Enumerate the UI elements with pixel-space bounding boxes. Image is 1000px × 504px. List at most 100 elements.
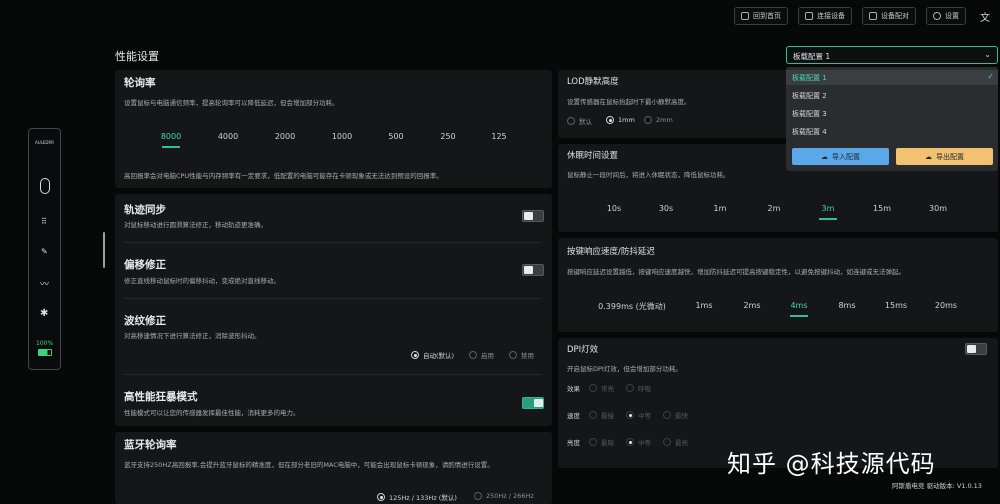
polling-option[interactable]: 2000 <box>275 132 295 141</box>
ripple-option-enable[interactable]: 启用 <box>469 350 494 360</box>
ripple-desc: 对高移速情况下进行算法修正，消除波形抖动。 <box>124 332 261 340</box>
track-sync-title: 轨迹同步 <box>124 204 166 216</box>
speed-option-slowest[interactable]: 最慢 <box>589 410 614 420</box>
watermark: 知乎 @科技源代码 <box>727 450 936 478</box>
dpi-light-desc: 开启鼠标DPI灯效，但会增加部分功耗。 <box>567 365 682 373</box>
battery-icon <box>38 349 52 356</box>
polling-option[interactable]: 125 <box>491 132 506 141</box>
debounce-option[interactable]: 4ms <box>790 301 807 310</box>
speed-option-fastest[interactable]: 最快 <box>663 410 688 420</box>
brand-logo: AULEDRR <box>35 140 55 145</box>
offset-toggle[interactable] <box>522 264 544 276</box>
performance-icon[interactable]: 〰 <box>40 277 49 290</box>
polling-option[interactable]: 4000 <box>218 132 238 141</box>
track-sync-desc: 对鼠标移动进行圆滑算法修正，移动轨迹更准确。 <box>124 221 267 229</box>
lod-title: LOD静默高度 <box>567 77 619 87</box>
sleep-option[interactable]: 1m <box>714 204 727 213</box>
divider <box>124 374 542 375</box>
device-config-button[interactable]: 设备配对 <box>862 7 916 25</box>
settings-button[interactable]: 设置 <box>926 7 966 25</box>
connect-button[interactable]: 连接设备 <box>798 7 852 25</box>
lod-option-default[interactable]: 默认 <box>567 116 592 126</box>
profile-select[interactable]: 板载配置 1 ⌄ <box>786 46 998 64</box>
debounce-option[interactable]: 2ms <box>743 301 760 310</box>
dpi-light-toggle[interactable] <box>965 343 987 355</box>
debounce-title: 按键响应速度/防抖延迟 <box>567 247 655 257</box>
debounce-option[interactable]: 8ms <box>838 301 855 310</box>
home-icon <box>741 12 749 20</box>
profile-option-4[interactable]: 板载配置 4 <box>792 127 827 137</box>
polling-option[interactable]: 500 <box>388 132 403 141</box>
debounce-selected-underline <box>790 315 808 317</box>
debounce-option[interactable]: 15ms <box>885 301 907 310</box>
effect-option-breathe[interactable]: 呼吸 <box>626 383 651 393</box>
polling-card: 轮询率 设置鼠标与电脑通信频率，提高轮询率可以降低延迟，但会增加部分功耗。 80… <box>115 70 552 188</box>
lod-desc: 设置传感器在鼠标抬起时下最小静默高度。 <box>567 98 691 106</box>
ripple-option-disable[interactable]: 禁用 <box>509 350 534 360</box>
performance-card: 轨迹同步 对鼠标移动进行圆滑算法修正，移动轨迹更准确。 偏移修正 修正直线移动鼠… <box>115 194 552 426</box>
profile-option-3[interactable]: 板载配置 3 <box>792 109 827 119</box>
sleep-option[interactable]: 10s <box>607 204 621 213</box>
device-icon <box>869 12 877 20</box>
dpi-light-title: DPI灯效 <box>567 345 599 355</box>
bright-option-brightest[interactable]: 最亮 <box>663 437 688 447</box>
check-icon: ✓ <box>987 72 994 81</box>
speed-label: 速度 <box>567 412 580 420</box>
import-config-button[interactable]: ☁ 导入配置 <box>792 148 889 165</box>
translate-icon[interactable]: 文 <box>980 9 990 24</box>
debounce-option[interactable]: 20ms <box>935 301 957 310</box>
bright-option-medium[interactable]: 中等 <box>626 437 651 447</box>
gear-icon[interactable]: ✱ <box>40 308 48 319</box>
profile-menu: 板载配置 1 ✓ 板载配置 2 板载配置 3 板载配置 4 ☁ 导入配置 ☁ 导出配… <box>786 67 998 171</box>
debounce-option[interactable]: 0.399ms (光微动) <box>598 301 666 312</box>
bt-option-250[interactable]: 250Hz / 266Hz <box>474 492 534 500</box>
macro-icon[interactable]: ✎ <box>41 247 48 256</box>
scrollbar-left[interactable] <box>103 232 105 268</box>
debounce-card: 按键响应速度/防抖延迟 按键响应延迟设置越低，按键响应速度越快，增加防抖延迟可提… <box>558 238 998 332</box>
bt-polling-card: 蓝牙轮询率 蓝牙支持250HZ高回报率,会提升蓝牙鼠标的精准度，但在部分老旧的M… <box>115 432 552 504</box>
lod-option-1mm[interactable]: 1mm <box>606 116 635 124</box>
keypad-icon[interactable]: ⠿ <box>41 217 47 226</box>
battery-percent: 100% <box>36 340 54 347</box>
sleep-option[interactable]: 30m <box>929 204 947 213</box>
mouse-icon[interactable] <box>40 178 50 194</box>
effect-option-steady[interactable]: 常亮 <box>589 383 614 393</box>
bright-option-dimmest[interactable]: 最暗 <box>589 437 614 447</box>
profile-option-2[interactable]: 板载配置 2 <box>792 91 827 101</box>
offset-desc: 修正直线移动鼠标时的偏移抖动，变成绝对直线移动。 <box>124 277 280 285</box>
sleep-option[interactable]: 3m <box>822 204 835 213</box>
high-perf-toggle[interactable] <box>522 397 544 409</box>
ripple-title: 波纹修正 <box>124 315 166 327</box>
home-button[interactable]: 回到首页 <box>734 7 788 25</box>
sleep-title: 休眠时间设置 <box>567 151 619 161</box>
gear-icon <box>933 12 941 20</box>
debounce-desc: 按键响应延迟设置越低，按键响应速度越快，增加防抖延迟可提高按键稳定性，以避免按键… <box>567 268 905 276</box>
polling-option[interactable]: 1000 <box>332 132 352 141</box>
lod-option-2mm[interactable]: 2mm <box>644 116 673 124</box>
divider <box>124 298 542 299</box>
polling-title: 轮询率 <box>124 77 156 89</box>
polling-selected-underline <box>162 146 180 148</box>
sleep-option[interactable]: 2m <box>768 204 781 213</box>
polling-note: 高回报率会对电脑CPU性能与内存频率有一定要求，低配置的电脑可能存在卡顿现象或无… <box>124 172 443 180</box>
bt-option-125[interactable]: 125Hz / 133Hz (默认) <box>377 492 457 502</box>
sleep-selected-underline <box>819 218 837 220</box>
ripple-option-auto[interactable]: 自动(默认) <box>411 350 454 360</box>
debounce-option[interactable]: 1ms <box>695 301 712 310</box>
sleep-option[interactable]: 15m <box>873 204 891 213</box>
page-title: 性能设置 <box>115 50 159 63</box>
track-sync-toggle[interactable] <box>522 210 544 222</box>
version-text: 阿斯盾电竞 驱动版本: V1.0.13 <box>892 482 982 490</box>
speed-option-medium[interactable]: 中等 <box>626 410 651 420</box>
profile-option-1[interactable]: 板载配置 1 <box>792 73 827 83</box>
bt-polling-desc: 蓝牙支持250HZ高回报率,会提升蓝牙鼠标的精准度，但在部分老旧的MAC电脑中，… <box>124 461 494 469</box>
polling-option[interactable]: 8000 <box>161 132 181 141</box>
polling-desc: 设置鼠标与电脑通信频率，提高轮询率可以降低延迟，但会增加部分功耗。 <box>124 99 339 107</box>
chevron-down-icon: ⌄ <box>984 50 991 59</box>
offset-title: 偏移修正 <box>124 259 166 271</box>
polling-option[interactable]: 250 <box>440 132 455 141</box>
cloud-upload-icon: ☁ <box>821 152 828 161</box>
sleep-option[interactable]: 30s <box>659 204 673 213</box>
export-config-button[interactable]: ☁ 导出配置 <box>896 148 993 165</box>
brightness-label: 亮度 <box>567 439 580 447</box>
